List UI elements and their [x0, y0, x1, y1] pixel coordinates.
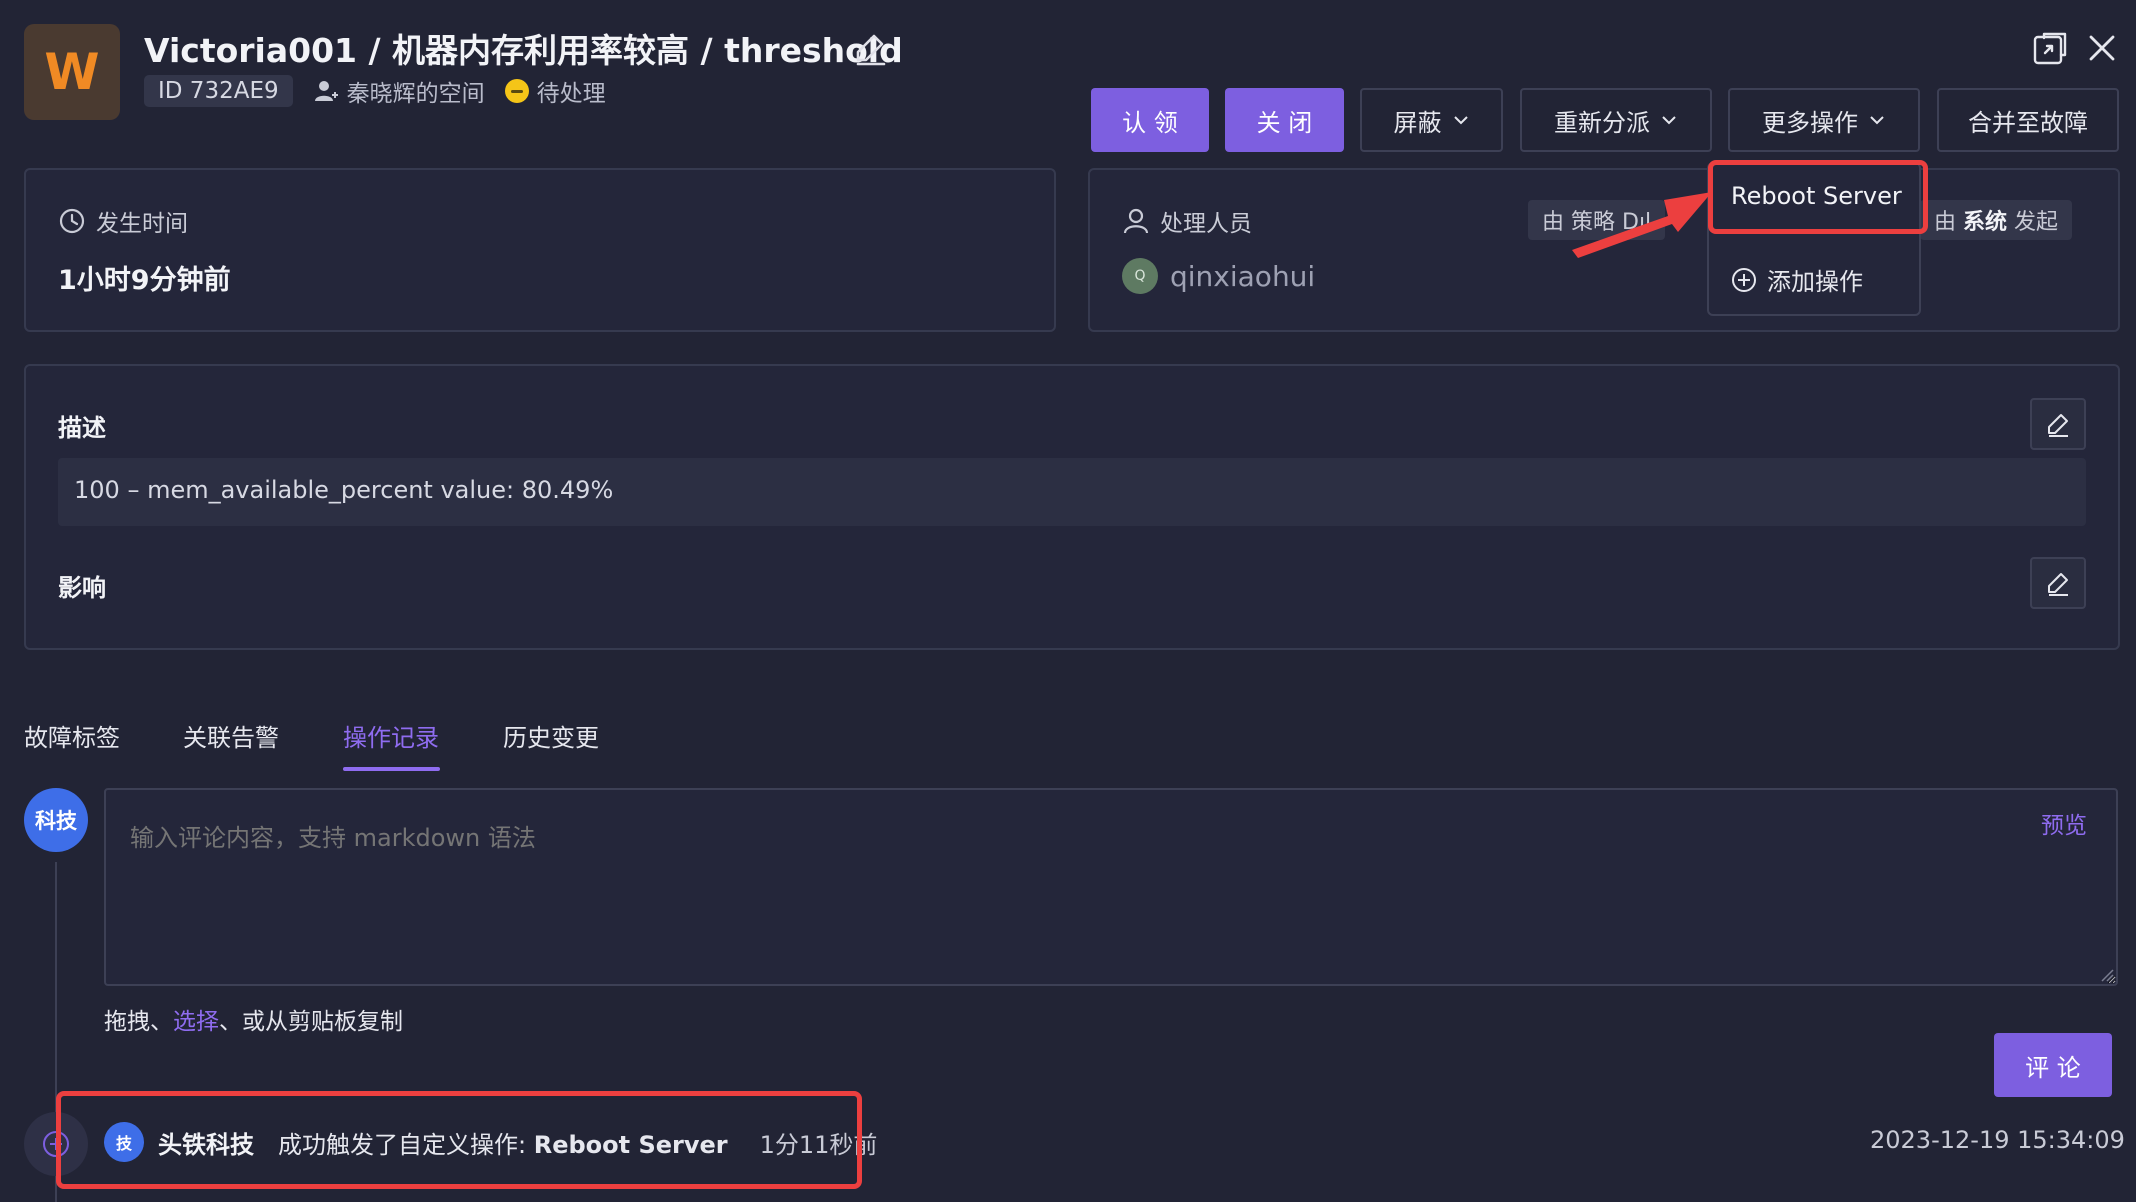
edit-impact-button[interactable]: [2030, 557, 2086, 609]
close-icon[interactable]: [2084, 30, 2120, 66]
more-actions-label: 更多操作: [1762, 108, 1858, 137]
claim-button[interactable]: 认 领: [1091, 88, 1209, 152]
tab-incident-labels[interactable]: 故障标签: [24, 718, 120, 753]
current-user-avatar: 科技: [24, 788, 88, 852]
assignee-name: qinxiaohui: [1170, 259, 1316, 293]
more-actions-button[interactable]: 更多操作: [1728, 88, 1920, 152]
occurrence-time-value: 1小时9分钟前: [58, 265, 231, 296]
add-operation-label: 添加操作: [1767, 268, 1863, 296]
chevron-down-icon: [1453, 116, 1468, 125]
assignee-label: 处理人员: [1122, 204, 1252, 238]
tab-related-alerts[interactable]: 关联告警: [183, 718, 279, 753]
submit-comment-button[interactable]: 评 论: [1994, 1033, 2112, 1097]
mute-button[interactable]: 屏蔽: [1360, 88, 1503, 152]
chevron-down-icon: [1870, 116, 1884, 125]
incident-meta: ID 732AE9 秦晓辉的空间 待处理: [144, 73, 606, 109]
upload-hint-prefix: 拖拽、: [104, 1009, 173, 1035]
upload-hint-suffix: 、或从剪贴板复制: [219, 1009, 403, 1035]
edit-title-icon[interactable]: [852, 30, 888, 66]
open-in-new-window-icon[interactable]: [2032, 30, 2068, 66]
assignee-avatar: Q: [1122, 258, 1158, 294]
active-tab-indicator: [343, 767, 440, 771]
entry-timestamp: 2023-12-19 15:34:09: [1870, 1126, 2125, 1154]
space-link[interactable]: 秦晓辉的空间: [313, 74, 485, 108]
system-chip-name: 系统: [1963, 210, 2008, 235]
system-source-chip: 由 系统 发起: [1920, 200, 2073, 240]
tab-history[interactable]: 历史变更: [503, 718, 599, 753]
resize-handle-icon[interactable]: [2100, 968, 2114, 982]
edit-description-button[interactable]: [2030, 398, 2086, 450]
chevron-down-icon: [1662, 116, 1676, 125]
incident-id-tag: ID 732AE9: [144, 75, 293, 107]
assignee-label-text: 处理人员: [1160, 211, 1252, 237]
mute-label: 屏蔽: [1393, 108, 1442, 137]
pending-status-icon: [504, 79, 529, 103]
system-chip-prefix: 由: [1934, 210, 1957, 235]
user-space-icon: [314, 81, 338, 101]
tab-operation-log[interactable]: 操作记录: [343, 718, 439, 753]
incident-avatar: W: [24, 24, 120, 120]
description-label: 描述: [58, 414, 106, 442]
reassign-button[interactable]: 重新分派: [1520, 88, 1712, 152]
annotation-arrow-icon: [1572, 192, 1712, 258]
occurrence-time-label: 发生时间: [58, 204, 188, 238]
space-name: 秦晓辉的空间: [346, 81, 485, 107]
assignee-user[interactable]: Q qinxiaohui: [1122, 258, 1315, 294]
add-operation-menu-item[interactable]: 添加操作: [1731, 262, 1863, 297]
pencil-icon: [2048, 414, 2068, 437]
close-incident-button[interactable]: 关 闭: [1225, 88, 1344, 152]
clock-icon: [59, 208, 85, 234]
comment-input[interactable]: [104, 788, 2118, 986]
preview-link[interactable]: 预览: [2041, 806, 2087, 840]
description-value: 100 – mem_available_percent value: 80.49…: [74, 476, 614, 504]
occurrence-time-card: [24, 168, 1056, 332]
status-indicator: 待处理: [504, 74, 606, 108]
upload-hint: 拖拽、选择、或从剪贴板复制: [104, 1002, 403, 1036]
status-label: 待处理: [536, 81, 606, 107]
time-label-text: 发生时间: [96, 211, 188, 237]
merge-to-incident-button[interactable]: 合并至故障: [1937, 88, 2119, 152]
plus-circle-icon: [1732, 267, 1756, 292]
pencil-icon: [2048, 573, 2068, 596]
reassign-label: 重新分派: [1554, 108, 1650, 137]
incident-title: Victoria001 / 机器内存利用率较高 / threshold: [144, 31, 903, 70]
highlight-box: [1708, 160, 1928, 234]
person-icon: [1123, 208, 1149, 234]
highlight-box: [56, 1091, 862, 1189]
system-chip-suffix: 发起: [2014, 210, 2059, 235]
select-file-link[interactable]: 选择: [173, 1009, 219, 1035]
impact-label: 影响: [58, 574, 106, 602]
